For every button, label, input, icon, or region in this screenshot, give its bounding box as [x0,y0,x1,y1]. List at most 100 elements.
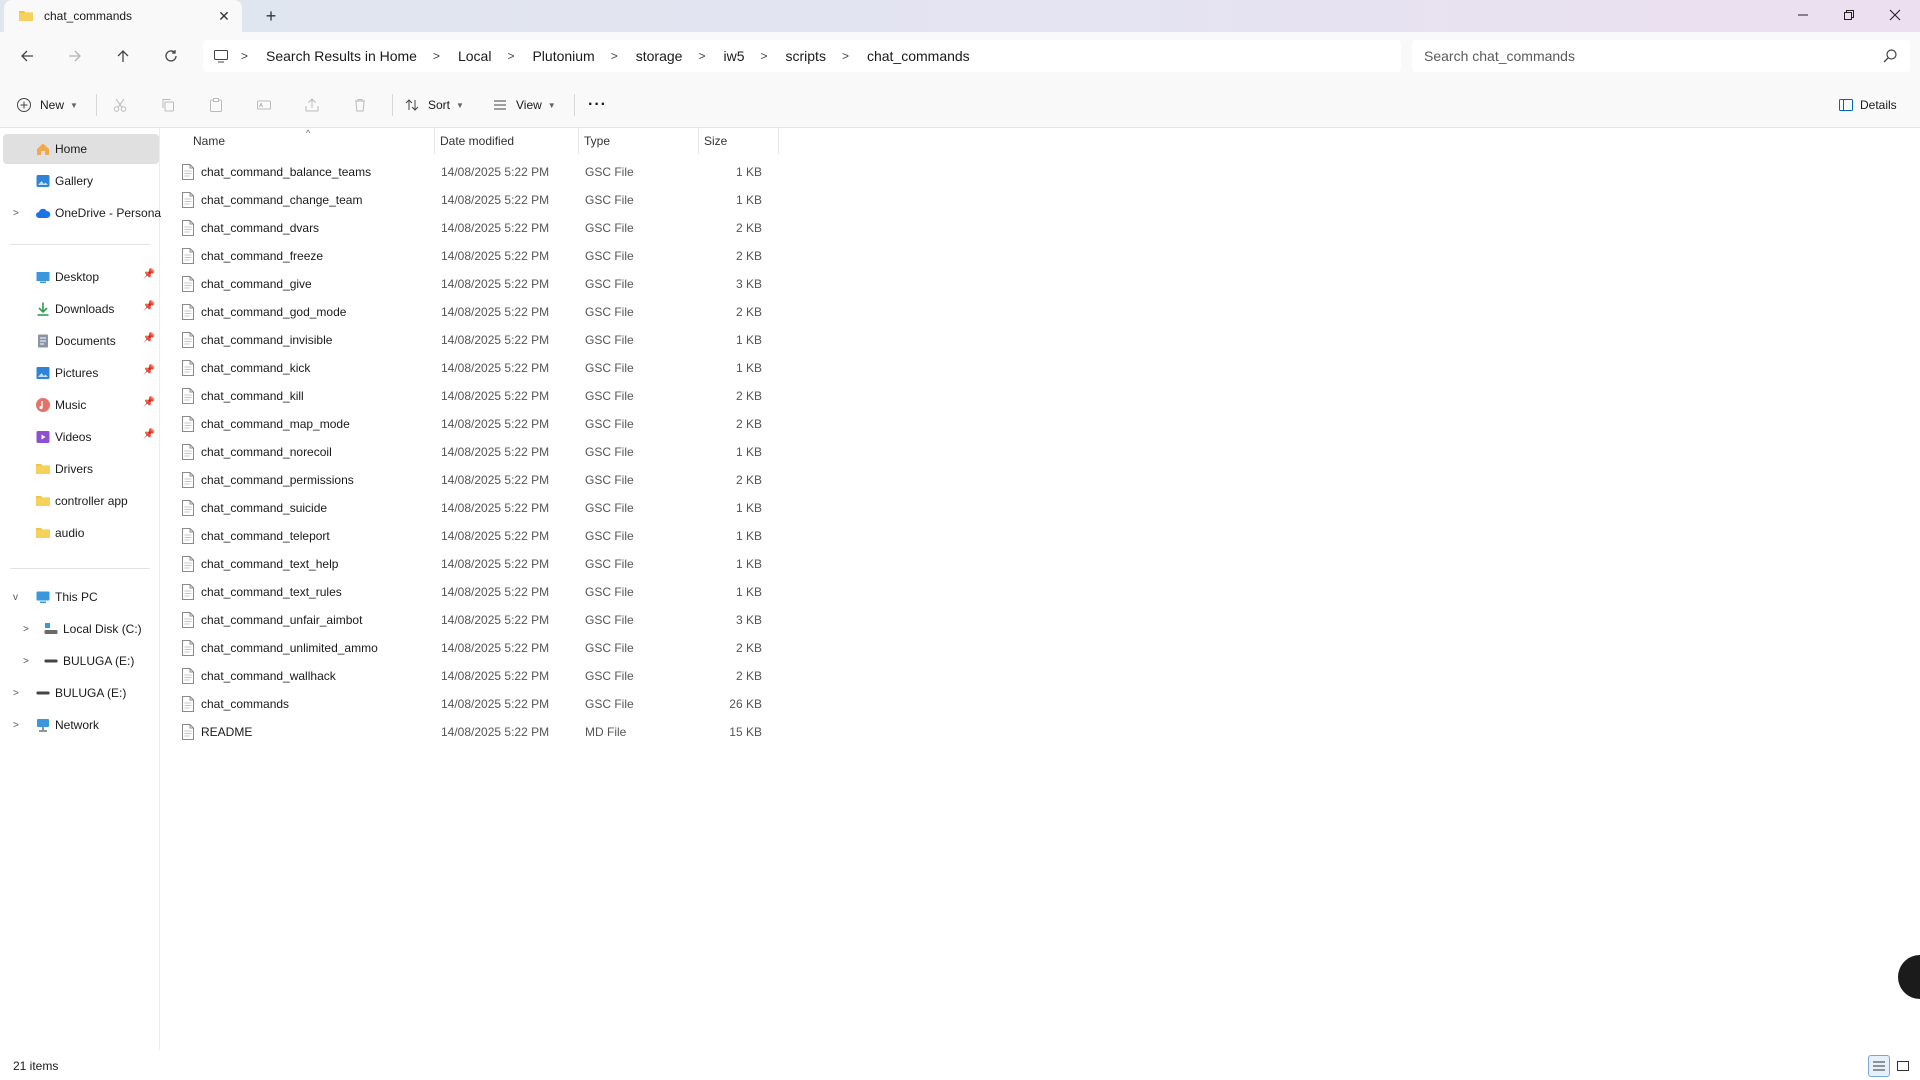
pin-icon[interactable]: 📌 [143,429,155,440]
sidebar-item-gallery[interactable]: Gallery [3,166,159,196]
new-tab-button[interactable]: + [260,6,282,26]
details-button[interactable]: Details [1838,90,1897,120]
file-icon [182,556,194,572]
file-icon [182,192,194,208]
back-button[interactable] [12,42,42,70]
table-row[interactable]: chat_command_wallhack 14/08/2025 5:22 PM G… [179,662,779,690]
up-button[interactable] [108,42,138,70]
cut-button[interactable] [112,90,128,120]
sort-button[interactable]: Sort ▼ [404,90,464,120]
sidebar-item-videos[interactable]: Videos 📌 [3,422,159,452]
breadcrumb-sep-0[interactable]: > [241,49,266,63]
search-icon[interactable] [1882,48,1898,64]
column-header-date[interactable]: Date modified [434,128,578,154]
details-view-toggle[interactable] [1868,1055,1890,1077]
paste-button[interactable] [208,90,224,120]
pin-icon[interactable]: 📌 [143,269,155,280]
sidebar-item-buluga[interactable]: > BULUGA (E:) [3,678,159,708]
address-bar[interactable]: > Search Results in Home > Local > Plutoni… [203,40,1401,72]
file-date-modified: 14/08/2025 5:22 PM [441,305,550,319]
refresh-button[interactable] [156,42,186,70]
sidebar-item-pictures[interactable]: Pictures 📌 [3,358,159,388]
pin-icon[interactable]: 📌 [143,333,155,344]
restore-button[interactable] [1826,0,1872,30]
sidebar-item-network[interactable]: > Network [3,710,159,740]
breadcrumb-local[interactable]: Local > [458,48,532,64]
table-row[interactable]: chat_command_norecoil 14/08/2025 5:22 PM G… [179,438,779,466]
breadcrumb-storage[interactable]: storage > [636,48,724,64]
sidebar-item-controller-app[interactable]: controller app [3,486,159,516]
table-row[interactable]: chat_command_kick 14/08/2025 5:22 PM GSC F… [179,354,779,382]
more-options-button[interactable]: ··· [588,90,607,120]
sidebar-item-audio[interactable]: audio [3,518,159,548]
search-input[interactable] [1424,48,1864,64]
minimize-button[interactable] [1780,0,1826,30]
search-box[interactable] [1412,40,1910,72]
sidebar-item-downloads[interactable]: Downloads 📌 [3,294,159,324]
copy-button[interactable] [160,90,176,120]
forward-button[interactable] [60,42,90,70]
table-row[interactable]: chat_command_unfair_aimbot 14/08/2025 5:2… [179,606,779,634]
table-row[interactable]: README 14/08/2025 5:22 PM MD File 15 KB [179,718,779,746]
close-window-button[interactable] [1872,0,1918,30]
table-row[interactable]: chat_command_give 14/08/2025 5:22 PM GSC F… [179,270,779,298]
tab-chat-commands[interactable]: chat_commands ✕ [4,0,242,32]
chevron-right-icon[interactable]: > [13,688,19,699]
share-button[interactable] [304,90,320,120]
table-row[interactable]: chat_command_suicide 14/08/2025 5:22 PM GS… [179,494,779,522]
breadcrumb-plutonium[interactable]: Plutonium > [532,48,635,64]
chevron-down-icon: ▼ [70,100,78,110]
sidebar-item-this-pc[interactable]: v This PC [3,582,159,612]
sidebar-item-label: audio [55,526,85,540]
table-row[interactable]: chat_command_change_team 14/08/2025 5:22 … [179,186,779,214]
sidebar-item-buluga-sub[interactable]: > BULUGA (E:) [3,646,159,676]
chevron-right-icon[interactable]: > [23,624,29,635]
table-row[interactable]: chat_command_unlimited_ammo 14/08/2025 5:… [179,634,779,662]
pin-icon[interactable]: 📌 [143,365,155,376]
tiles-view-toggle[interactable] [1892,1055,1914,1077]
sidebar-item-drivers[interactable]: Drivers [3,454,159,484]
sidebar-item-music[interactable]: Music 📌 [3,390,159,420]
file-date-modified: 14/08/2025 5:22 PM [441,529,550,543]
rename-button[interactable] [256,90,272,120]
table-row[interactable]: chat_commands 14/08/2025 5:22 PM GSC File 2… [179,690,779,718]
close-tab-icon[interactable]: ✕ [216,8,232,24]
breadcrumb-scripts[interactable]: scripts > [786,48,867,64]
chevron-right-icon[interactable]: > [13,720,19,731]
table-row[interactable]: chat_command_map_mode 14/08/2025 5:22 PM G… [179,410,779,438]
table-row[interactable]: chat_command_dvars 14/08/2025 5:22 PM GSC … [179,214,779,242]
table-row[interactable]: chat_command_teleport 14/08/2025 5:22 PM G… [179,522,779,550]
column-header-type[interactable]: Type [578,128,698,154]
file-date-modified: 14/08/2025 5:22 PM [441,249,550,263]
chevron-right-icon[interactable]: > [13,208,19,219]
breadcrumb-iw5[interactable]: iw5 > [723,48,785,64]
file-icon [182,724,194,740]
column-header-name[interactable]: Name [187,128,381,154]
sidebar-divider [10,244,150,245]
table-row[interactable]: chat_command_text_help 14/08/2025 5:22 PM… [179,550,779,578]
table-row[interactable]: chat_command_freeze 14/08/2025 5:22 PM GSC… [179,242,779,270]
column-header-size[interactable]: Size [698,128,778,154]
table-row[interactable]: chat_command_balance_teams 14/08/2025 5:2… [179,158,779,186]
sidebar-item-documents[interactable]: Documents 📌 [3,326,159,356]
breadcrumb-chat-commands[interactable]: chat_commands [867,48,970,64]
pin-icon[interactable]: 📌 [143,397,155,408]
table-row[interactable]: chat_command_invisible 14/08/2025 5:22 PM… [179,326,779,354]
view-button[interactable]: View ▼ [492,90,556,120]
file-type: GSC File [585,193,634,207]
table-row[interactable]: chat_command_permissions 14/08/2025 5:22 … [179,466,779,494]
table-row[interactable]: chat_command_text_rules 14/08/2025 5:22 P… [179,578,779,606]
breadcrumb-search-results[interactable]: Search Results in Home > [266,48,458,64]
sidebar-item-local-disk[interactable]: > Local Disk (C:) [3,614,159,644]
column-divider[interactable] [778,128,779,154]
sidebar-item-onedrive[interactable]: > OneDrive - Personal [3,198,163,228]
chevron-down-icon[interactable]: v [13,592,18,603]
pin-icon[interactable]: 📌 [143,301,155,312]
chevron-right-icon[interactable]: > [23,656,29,667]
new-button[interactable]: New ▼ [16,90,78,120]
table-row[interactable]: chat_command_god_mode 14/08/2025 5:22 PM G… [179,298,779,326]
delete-button[interactable] [352,90,368,120]
sidebar-item-desktop[interactable]: Desktop 📌 [3,262,159,292]
sidebar-item-home[interactable]: Home [3,134,159,164]
table-row[interactable]: chat_command_kill 14/08/2025 5:22 PM GSC F… [179,382,779,410]
